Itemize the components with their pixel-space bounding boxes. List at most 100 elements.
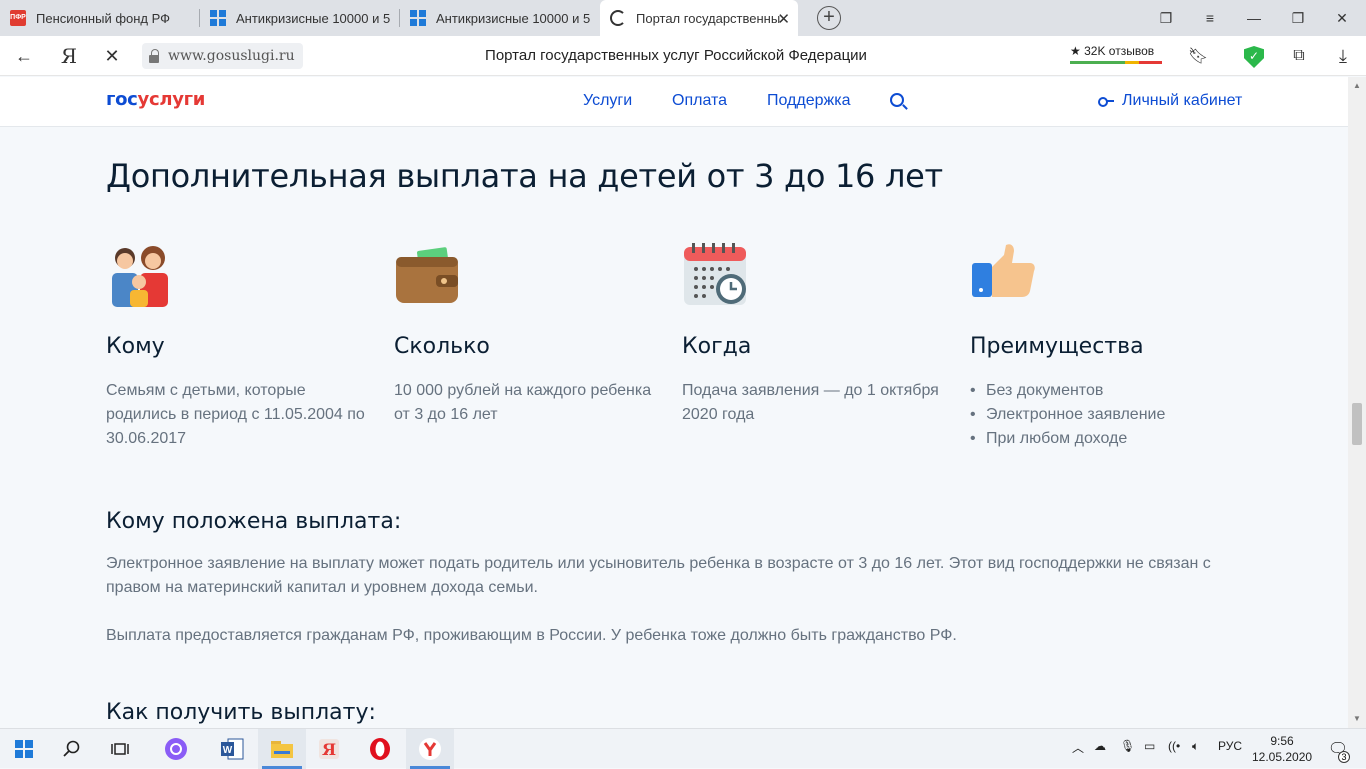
loading-spinner-icon <box>610 10 626 26</box>
star-icon: ★ <box>1070 44 1081 58</box>
wifi-icon[interactable]: ((• <box>1168 739 1180 753</box>
word-icon: W <box>221 738 244 760</box>
onedrive-icon[interactable]: ☁ <box>1094 739 1106 753</box>
scrollbar-thumb[interactable] <box>1352 403 1362 445</box>
restore-icon[interactable]: ❐ <box>1276 0 1320 36</box>
reviews-badge[interactable]: ★ 32K отзывов <box>1070 44 1162 64</box>
opera-button[interactable] <box>356 729 404 769</box>
svg-text:Я: Я <box>322 740 336 759</box>
clock-date: 12.05.2020 <box>1252 750 1313 764</box>
search-taskbar-button[interactable] <box>48 729 96 769</box>
windows-taskbar: W Я ︿ ☁ 🎙︎ ▭ ((• 🔈︎ РУС 9:56 12.05.2020 … <box>0 728 1366 769</box>
column-title: Кому <box>106 334 165 359</box>
stop-loading-icon[interactable]: ✕ <box>99 44 125 68</box>
extensions-icon[interactable]: ⧉ <box>1286 44 1312 68</box>
pfr-favicon-icon: ПФР <box>10 10 26 26</box>
site-header: госуслуги Услуги Оплата Поддержка Личный… <box>0 77 1348 127</box>
scroll-up-icon[interactable]: ▲ <box>1353 81 1361 90</box>
lock-icon[interactable] <box>148 49 160 63</box>
task-view-icon <box>111 743 129 755</box>
notification-count: 3 <box>1338 751 1350 763</box>
nav-support[interactable]: Поддержка <box>767 92 850 110</box>
bookmark-icon[interactable]: 🔖︎ <box>1185 44 1211 68</box>
reviews-count: 32K отзывов <box>1084 44 1155 58</box>
yandex-icon: Я <box>319 739 339 759</box>
battery-icon[interactable]: ▭ <box>1144 739 1155 753</box>
clock-time: 9:56 <box>1270 734 1294 748</box>
tab-anticrisis-1[interactable]: Антикризисные 10000 и 5 <box>200 0 398 36</box>
tab-title: Портал государственны <box>636 10 781 26</box>
url-field[interactable]: www.gosuslugi.ru <box>142 43 303 69</box>
browser-tab-strip: ПФР Пенсионный фонд РФ Антикризисные 100… <box>0 0 1366 36</box>
eligibility-paragraph-2: Выплата предоставляется гражданам РФ, пр… <box>106 627 957 644</box>
word-app-button[interactable]: W <box>208 729 256 769</box>
clock[interactable]: 9:56 12.05.2020 <box>1252 733 1312 765</box>
yandex-browser-button[interactable]: Я <box>306 729 354 769</box>
close-tab-icon[interactable]: ✕ <box>777 10 790 28</box>
tab-pension-fund[interactable]: ПФР Пенсионный фонд РФ <box>0 0 198 36</box>
list-item: При любом доходе <box>970 427 1240 451</box>
yandex-logo-icon[interactable]: Я <box>56 44 82 68</box>
tab-title: Антикризисные 10000 и 5 <box>236 10 391 26</box>
info-column-how-much: Сколько 10 000 рублей на каждого ребенка… <box>394 241 664 427</box>
yandex-active-button[interactable] <box>406 729 454 769</box>
eligibility-paragraph-1: Электронное заявление на выплату может п… <box>106 555 1211 596</box>
personal-account-label: Личный кабинет <box>1122 92 1243 109</box>
scroll-down-icon[interactable]: ▼ <box>1353 714 1361 723</box>
tab-anticrisis-2[interactable]: Антикризисные 10000 и 5 <box>400 0 598 36</box>
protect-shield-icon[interactable]: ✓ <box>1244 46 1264 68</box>
section-how-to-get-title: Как получить выплату: <box>106 700 376 725</box>
notifications-button[interactable]: 🗨︎ 3 <box>1318 729 1358 769</box>
windows-logo-icon <box>15 740 33 758</box>
tray-expand-icon[interactable]: ︿ <box>1072 739 1084 756</box>
wallet-icon <box>396 247 458 303</box>
folder-icon <box>271 741 293 758</box>
page-heading: Дополнительная выплата на детей от 3 до … <box>106 157 943 195</box>
thumbs-up-icon <box>972 244 1035 297</box>
rating-bar <box>1070 61 1162 64</box>
column-title: Сколько <box>394 334 490 359</box>
microphone-icon[interactable]: 🎙︎ <box>1120 739 1135 753</box>
tab-title: Антикризисные 10000 и 5 <box>436 10 591 26</box>
address-bar: ← Я ✕ www.gosuslugi.ru Портал государств… <box>0 36 1366 113</box>
column-title: Когда <box>682 334 752 359</box>
section-eligibility-title: Кому положена выплата: <box>106 509 402 534</box>
download-icon[interactable]: ⤓ <box>1330 44 1356 68</box>
column-title: Преимущества <box>970 334 1144 359</box>
tab-gosuslugi-active[interactable]: Портал государственны ✕ <box>600 0 798 36</box>
nav-payment[interactable]: Оплата <box>672 92 727 110</box>
alice-assistant-button[interactable] <box>152 729 200 769</box>
personal-account-link[interactable]: Личный кабинет <box>1098 92 1242 110</box>
bookmarks-panel-icon[interactable]: ❐ <box>1144 0 1188 36</box>
nav-services[interactable]: Услуги <box>583 92 632 110</box>
search-icon[interactable] <box>890 93 904 107</box>
minimize-icon[interactable]: — <box>1232 0 1276 36</box>
info-column-when: Когда Подача заявления — до 1 октября 20… <box>682 241 952 427</box>
close-window-icon[interactable]: ✕ <box>1320 0 1364 36</box>
logo-part-gos: гос <box>106 89 138 110</box>
info-column-advantages: Преимущества Без документов Электронное … <box>970 241 1240 451</box>
alice-icon <box>165 738 187 760</box>
language-indicator[interactable]: РУС <box>1218 739 1242 753</box>
new-tab-button[interactable]: + <box>817 6 841 30</box>
speaker-icon[interactable]: 🔈︎ <box>1192 739 1199 754</box>
main-content: Дополнительная выплата на детей от 3 до … <box>0 127 1348 728</box>
search-icon <box>63 740 80 757</box>
start-button[interactable] <box>0 729 48 769</box>
yandex-browser-icon <box>419 738 441 760</box>
file-explorer-button[interactable] <box>258 729 306 769</box>
logo-part-uslugi: услуги <box>137 89 206 110</box>
page-scrollbar[interactable]: ▲ ▼ <box>1348 77 1366 728</box>
task-view-button[interactable] <box>96 729 144 769</box>
advantages-list: Без документов Электронное заявление При… <box>970 379 1240 451</box>
page-title-display: Портал государственных услуг Российской … <box>485 47 867 64</box>
info-column-who: Кому Семьям с детьми, которые родились в… <box>106 241 376 451</box>
opera-icon <box>370 738 390 760</box>
calendar-clock-icon <box>684 243 746 305</box>
list-item: Без документов <box>970 379 1240 403</box>
windows-favicon-icon <box>410 10 426 26</box>
gosuslugi-logo[interactable]: госуслуги <box>106 89 205 110</box>
menu-icon[interactable]: ≡ <box>1188 0 1232 36</box>
column-text: Семьям с детьми, которые родились в пери… <box>106 382 365 447</box>
back-arrow-icon[interactable]: ← <box>11 44 37 68</box>
